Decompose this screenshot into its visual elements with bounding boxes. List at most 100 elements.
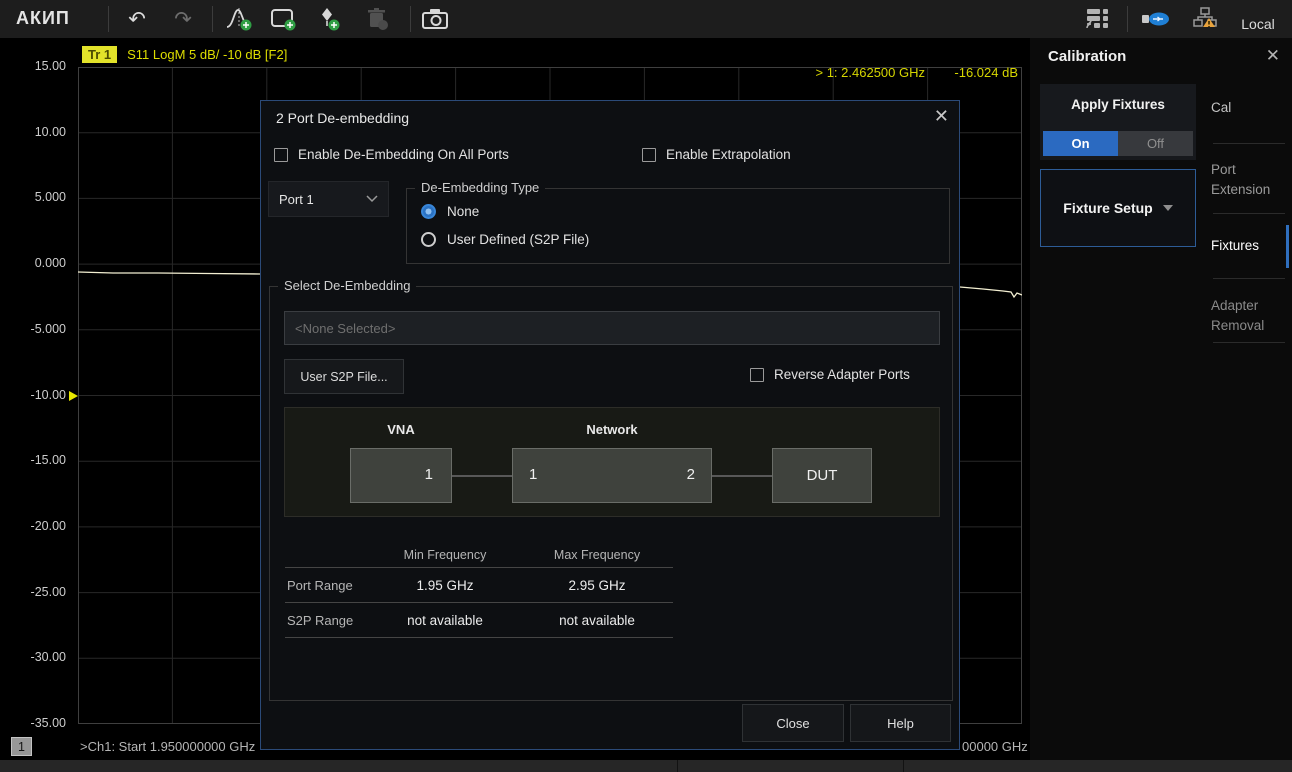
trace-info[interactable]: S11 LogM 5 dB/ -10 dB [F2] — [127, 47, 287, 62]
screenshot-button[interactable] — [420, 5, 450, 33]
dialog-close-icon[interactable]: ✕ — [934, 106, 949, 127]
y-axis-tick-label: 15.00 — [10, 59, 66, 73]
port-range-label: Port Range — [285, 578, 369, 593]
vna-application: АКИП ↶ ↷ — [0, 0, 1292, 772]
help-button[interactable]: Help — [850, 704, 951, 742]
network-label: Network — [512, 422, 712, 437]
calibration-panel: Calibration ✕ Apply Fixtures On Off Fixt… — [1030, 38, 1292, 760]
undo-icon: ↶ — [128, 9, 146, 30]
y-axis-tick-label: -10.00 — [10, 388, 66, 402]
add-trace-button[interactable] — [224, 5, 254, 33]
y-axis-tick-label: 5.000 — [10, 190, 66, 204]
port-select-dropdown[interactable]: Port 1 — [268, 181, 389, 217]
tab-fixtures[interactable]: Fixtures — [1211, 236, 1287, 256]
close-button[interactable]: Close — [742, 704, 844, 742]
y-axis-tick-label: 10.00 — [10, 125, 66, 139]
enable-all-ports-row: Enable De-Embedding On All Ports — [274, 147, 509, 162]
local-button[interactable]: Local — [1232, 10, 1284, 38]
reverse-adapter-row: Reverse Adapter Ports — [750, 367, 910, 382]
enable-extrapolation-row: Enable Extrapolation — [642, 147, 791, 162]
trace-badge[interactable]: Tr 1 — [82, 46, 117, 63]
add-marker-button[interactable] — [314, 5, 344, 33]
add-window-button[interactable] — [268, 5, 298, 33]
de-embedding-type-legend: De-Embedding Type — [415, 180, 545, 195]
marker-value: -16.024 dB — [954, 65, 1018, 80]
wire — [452, 475, 512, 477]
toolbar-separator — [410, 6, 411, 32]
enable-all-ports-checkbox[interactable] — [274, 148, 288, 162]
y-axis-tick-label: -15.00 — [10, 453, 66, 467]
type-none-label: None — [447, 204, 479, 219]
calibration-close-button[interactable]: ✕ — [1266, 46, 1280, 66]
tab-separator — [1213, 213, 1285, 214]
channel-status-stop-partial: 00000 GHz — [962, 739, 1028, 754]
delete-button[interactable] — [362, 5, 392, 33]
apply-fixtures-on-button[interactable]: On — [1043, 131, 1118, 156]
enable-extrapolation-checkbox[interactable] — [642, 148, 656, 162]
user-s2p-file-button[interactable]: User S2P File... — [284, 359, 404, 394]
add-window-icon — [269, 6, 297, 32]
toolbar-separator — [108, 6, 109, 32]
chevron-down-icon — [1163, 205, 1173, 211]
de-embedding-dialog: 2 Port De-embedding ✕ Enable De-Embeddin… — [260, 100, 960, 750]
usb-status-button[interactable] — [1140, 5, 1170, 33]
y-axis-tick-label: -5.000 — [10, 322, 66, 336]
enable-all-ports-label: Enable De-Embedding On All Ports — [298, 147, 509, 162]
apply-fixtures-off-button[interactable]: Off — [1118, 131, 1193, 156]
tab-adapter-removal[interactable]: Adapter Removal — [1211, 296, 1287, 335]
dut-box: DUT — [772, 448, 872, 503]
frequency-range-table: Min Frequency Max Frequency Port Range 1… — [285, 542, 673, 638]
wire — [712, 475, 772, 477]
screenshot-icon — [421, 6, 449, 32]
y-axis-tick-label: 0.000 — [10, 256, 66, 270]
redo-button[interactable]: ↷ — [168, 5, 198, 33]
apply-fixtures-group: Apply Fixtures On Off — [1040, 84, 1196, 160]
network-diagram: VNA Network 1 1 2 DUT — [284, 407, 940, 517]
s2p-range-max: not available — [521, 613, 673, 628]
active-tab-indicator — [1286, 225, 1289, 268]
type-none-radio[interactable] — [421, 204, 436, 219]
tab-separator — [1213, 342, 1285, 343]
max-frequency-header: Max Frequency — [521, 548, 673, 562]
lan-warning-icon — [1192, 6, 1218, 32]
fixture-setup-dropdown[interactable]: Fixture Setup — [1040, 169, 1196, 247]
toolbar-separator — [1127, 6, 1128, 32]
reverse-adapter-checkbox[interactable] — [750, 368, 764, 382]
marker-readout: > 1: 2.462500 GHz -16.024 dB — [78, 65, 1022, 81]
reverse-adapter-label: Reverse Adapter Ports — [774, 367, 910, 382]
apply-fixtures-toggle: On Off — [1043, 131, 1193, 156]
type-none-row: None — [421, 204, 479, 219]
vna-label: VNA — [350, 422, 452, 437]
network-box: 1 2 — [512, 448, 712, 503]
channel-badge[interactable]: 1 — [11, 737, 32, 756]
table-row: Port Range 1.95 GHz 2.95 GHz — [285, 568, 673, 603]
vna-box: 1 — [350, 448, 452, 503]
y-axis-tick-label: -30.00 — [10, 650, 66, 664]
bottom-strip — [0, 760, 1292, 772]
calibration-panel-title: Calibration — [1048, 48, 1126, 65]
tab-port-extension[interactable]: Port Extension — [1211, 160, 1287, 199]
select-de-embedding-group: Select De-Embedding User S2P File... Rev… — [269, 286, 953, 701]
vna-port-1: 1 — [425, 466, 433, 483]
select-de-embedding-legend: Select De-Embedding — [278, 278, 416, 293]
channel-status-start: >Ch1: Start 1.950000000 GHz — [80, 739, 255, 754]
undo-button[interactable]: ↶ — [122, 5, 152, 33]
type-user-defined-radio[interactable] — [421, 232, 436, 247]
port-range-min: 1.95 GHz — [369, 578, 521, 593]
de-embedding-file-input[interactable] — [284, 311, 940, 345]
s2p-range-min: not available — [369, 613, 521, 628]
apply-fixtures-label: Apply Fixtures — [1040, 97, 1196, 112]
lan-status-button[interactable] — [1190, 5, 1220, 33]
brand-logo: АКИП — [16, 8, 70, 29]
de-embedding-type-group: De-Embedding Type None User Defined (S2P… — [406, 188, 950, 264]
tab-separator — [1213, 143, 1285, 144]
trace-manager-button[interactable] — [1083, 5, 1113, 33]
table-row: S2P Range not available not available — [285, 603, 673, 638]
usb-icon — [1140, 8, 1170, 30]
dut-label: DUT — [807, 467, 838, 484]
y-axis-tick-label: -35.00 — [10, 716, 66, 730]
tab-cal[interactable]: Cal — [1211, 98, 1287, 118]
marker-frequency: > 1: 2.462500 GHz — [816, 65, 926, 80]
y-axis-tick-label: -20.00 — [10, 519, 66, 533]
table-header-row: Min Frequency Max Frequency — [285, 542, 673, 568]
